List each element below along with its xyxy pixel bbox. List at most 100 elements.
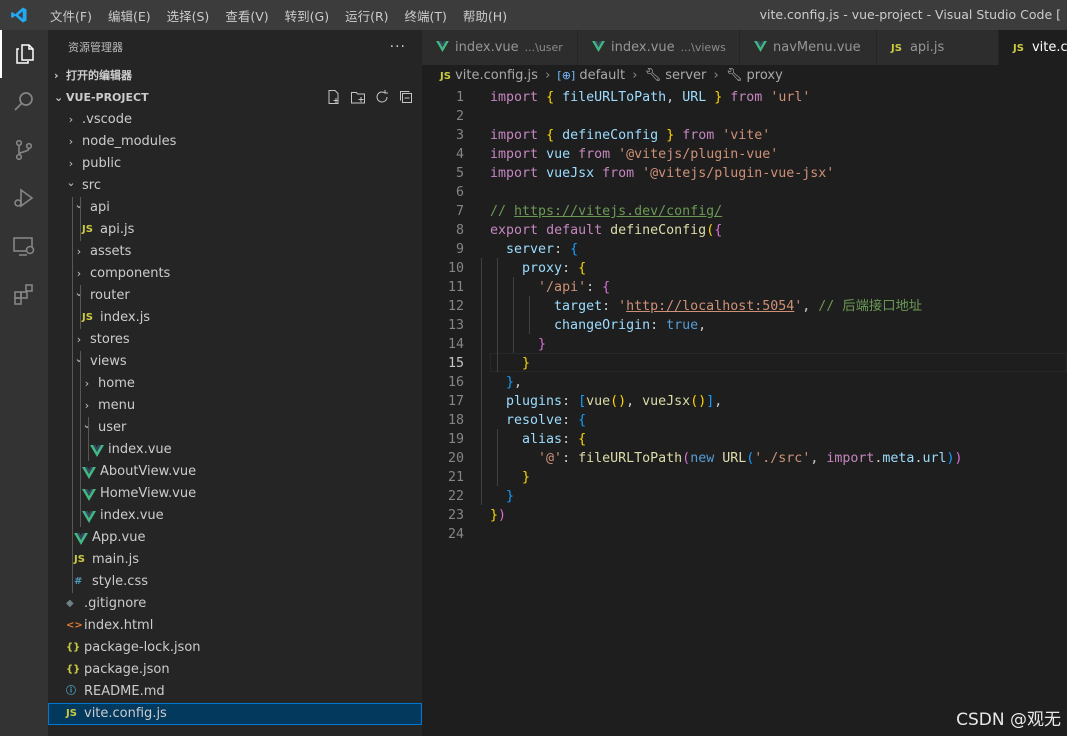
code-token: ' (618, 299, 627, 314)
chevron-right-icon: › (545, 68, 551, 83)
code-token: [ (578, 394, 587, 409)
code-token: URL (722, 451, 747, 466)
file-row[interactable]: JS index.js (48, 307, 422, 329)
file-row[interactable]: {} package-lock.json (48, 637, 422, 659)
breadcrumb-item-server[interactable]: server (665, 68, 706, 83)
file-row[interactable]: HomeView.vue (48, 483, 422, 505)
folder-row[interactable]: › assets (48, 241, 422, 263)
line-number: 5 (455, 166, 464, 181)
project-section[interactable]: ⌄ VUE-PROJECT (48, 87, 422, 109)
menu-item[interactable]: 文件(F) (42, 6, 100, 25)
code-line: 24 (422, 525, 1067, 544)
folder-row[interactable]: › home (48, 373, 422, 395)
collapse-all-icon[interactable] (398, 89, 414, 105)
explorer-icon[interactable] (0, 30, 48, 78)
line-number: 21 (447, 470, 464, 485)
file-row[interactable]: ⓘ README.md (48, 681, 422, 703)
menu-item[interactable]: 运行(R) (337, 6, 396, 25)
source-control-icon[interactable] (0, 126, 48, 174)
file-row[interactable]: {} package.json (48, 659, 422, 681)
file-row[interactable]: index.vue (48, 439, 422, 461)
folder-row[interactable]: › public (48, 153, 422, 175)
file-row[interactable]: JS api.js (48, 219, 422, 241)
menu-item[interactable]: 转到(G) (277, 6, 337, 25)
code-token: ) (946, 451, 955, 466)
open-editors-section[interactable]: › 打开的编辑器 (48, 65, 422, 87)
file-row[interactable]: <> index.html (48, 615, 422, 637)
code-token: , (802, 299, 819, 314)
remote-explorer-icon[interactable] (0, 222, 48, 270)
file-row[interactable]: JS vite.config.js (48, 703, 422, 725)
code-token: target (554, 299, 603, 314)
editor-tab[interactable]: index.vue ...\user (422, 30, 578, 65)
tree-item-label: assets (90, 244, 132, 259)
chevron-right-icon: › (54, 69, 59, 82)
tree-item-label: node_modules (82, 134, 177, 149)
js-file-icon: JS (891, 43, 902, 54)
code-token: // (490, 204, 515, 219)
code-line: 11 '/api': { (422, 278, 1067, 297)
menu-item[interactable]: 选择(S) (159, 6, 218, 25)
search-icon[interactable] (0, 78, 48, 126)
new-file-icon[interactable] (326, 89, 342, 105)
more-actions-icon[interactable]: ··· (390, 30, 406, 65)
editor-tab[interactable]: navMenu.vue (740, 30, 877, 65)
folder-row[interactable]: ⌄ api (48, 197, 422, 219)
extensions-icon[interactable] (0, 270, 48, 318)
json-file-icon: {} (66, 664, 81, 675)
code-token: import (490, 90, 539, 105)
editor-tab[interactable]: index.vue ...\views (578, 30, 740, 65)
refresh-icon[interactable] (374, 89, 390, 105)
folder-row[interactable]: › node_modules (48, 131, 422, 153)
tree-item-label: .gitignore (84, 596, 147, 611)
menu-item[interactable]: 帮助(H) (455, 6, 515, 25)
file-row[interactable]: JS main.js (48, 549, 422, 571)
menu-item[interactable]: 查看(V) (217, 6, 276, 25)
chevron-down-icon: ⌄ (74, 198, 84, 211)
code-token: '/api' (538, 280, 587, 295)
file-row[interactable]: ◆ .gitignore (48, 593, 422, 615)
line-number: 18 (447, 413, 464, 428)
tree-item-label: package-lock.json (84, 640, 201, 655)
folder-row[interactable]: ⌄ router (48, 285, 422, 307)
menu-item[interactable]: 编辑(E) (100, 6, 159, 25)
code-token: vueJsx (546, 166, 595, 181)
line-number: 12 (447, 299, 464, 314)
tab-label: vite.co (1031, 40, 1067, 55)
code-token: fileURLToPath (578, 451, 683, 466)
file-row[interactable]: # style.css (48, 571, 422, 593)
new-folder-icon[interactable] (350, 89, 366, 105)
line-number: 1 (455, 90, 464, 105)
menu-item[interactable]: 终端(T) (397, 6, 455, 25)
chevron-right-icon: › (68, 135, 74, 148)
file-row[interactable]: index.vue (48, 505, 422, 527)
breadcrumb-item-proxy[interactable]: proxy (747, 68, 783, 83)
code-token: } (666, 128, 675, 143)
breadcrumb-file[interactable]: vite.config.js (455, 68, 538, 83)
code-token: , (666, 90, 683, 105)
folder-row[interactable]: › stores (48, 329, 422, 351)
folder-row[interactable]: ⌄ src (48, 175, 422, 197)
folder-row[interactable]: › .vscode (48, 109, 422, 131)
breadcrumb-item-default[interactable]: default (579, 68, 625, 83)
code-token: , (514, 375, 523, 390)
folder-row[interactable]: › menu (48, 395, 422, 417)
code-line: 23}) (422, 506, 1067, 525)
line-code: target: 'http://localhost:5054', // 后端接口… (490, 297, 922, 316)
folder-row[interactable]: ⌄ user (48, 417, 422, 439)
file-row[interactable]: App.vue (48, 527, 422, 549)
folder-row[interactable]: › components (48, 263, 422, 285)
line-code: }, (490, 373, 522, 392)
code-line: 19 alias: { (422, 430, 1067, 449)
folder-row[interactable]: ⌄ views (48, 351, 422, 373)
editor-tab[interactable]: JS vite.co (999, 30, 1067, 65)
run-debug-icon[interactable] (0, 174, 48, 222)
editor-tab[interactable]: JS api.js (877, 30, 999, 65)
code-token: ) (954, 451, 963, 466)
line-number: 24 (447, 527, 464, 542)
file-row[interactable]: AboutView.vue (48, 461, 422, 483)
vscode-logo-icon[interactable] (10, 6, 28, 24)
code-token: { (546, 128, 555, 143)
